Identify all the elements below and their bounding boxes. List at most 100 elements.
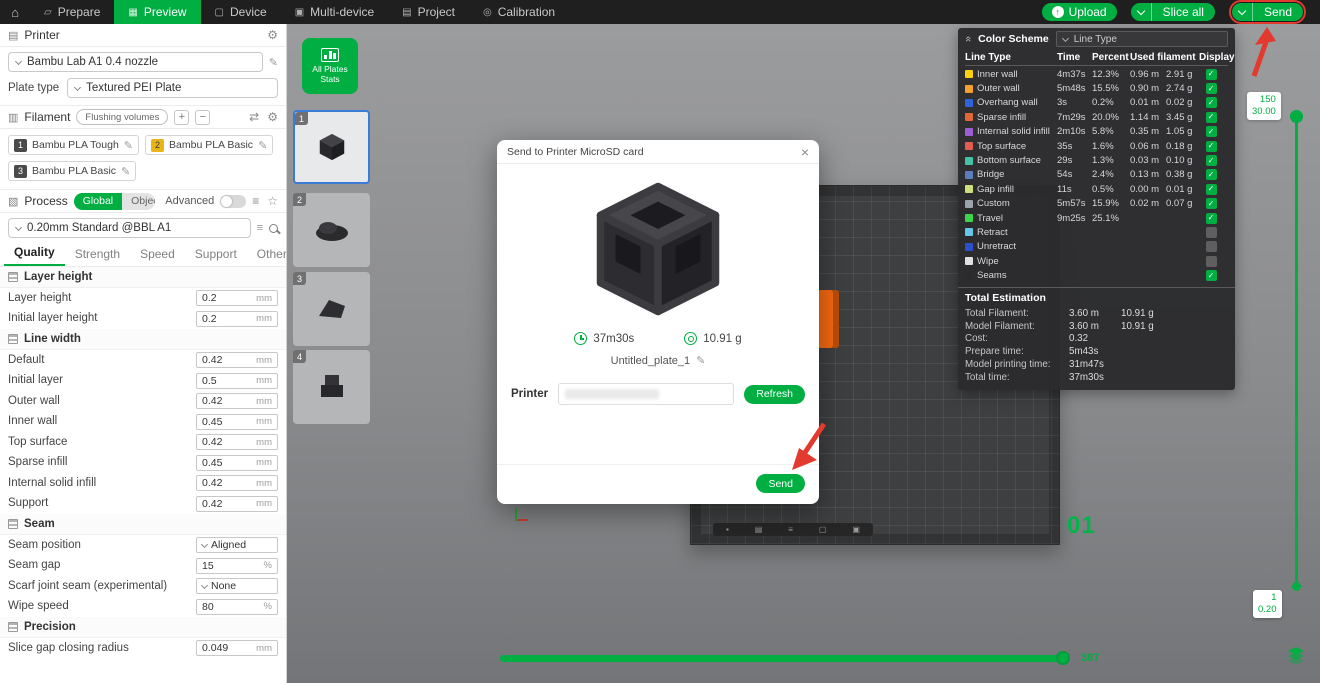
setting-field[interactable]: None xyxy=(196,578,278,594)
plate-thumbnail-1[interactable]: 1 xyxy=(293,110,370,184)
dialog-send-button[interactable]: Send xyxy=(756,474,805,493)
process-tab[interactable]: Quality xyxy=(4,245,65,266)
collapse-panel-icon[interactable]: « xyxy=(962,36,974,42)
printer-preset-select[interactable]: Bambu Lab A1 0.4 nozzle xyxy=(8,52,263,72)
search-preset-icon[interactable] xyxy=(269,224,278,233)
remove-filament-button[interactable]: − xyxy=(195,110,210,125)
view-mode-select[interactable]: Line Type xyxy=(1056,31,1228,47)
topbar-tab[interactable]: ▣ Multi-device xyxy=(281,0,388,24)
plate-toolbar[interactable]: ▪ ▤ ≡ ▢ ▣ xyxy=(713,523,873,536)
send-button[interactable]: Send xyxy=(1232,3,1303,21)
setting-field[interactable]: 0.42 mm xyxy=(196,475,278,491)
refresh-button[interactable]: Refresh xyxy=(744,385,805,404)
topbar-tab[interactable]: ▦ Preview xyxy=(114,0,200,24)
scope-objects[interactable]: Objects xyxy=(122,193,155,210)
setting-field[interactable]: Aligned xyxy=(196,537,278,553)
layer-slider-bottom-handle[interactable] xyxy=(1292,582,1301,591)
setting-field[interactable]: 0.42 mm xyxy=(196,393,278,409)
line-type-name: Internal solid infill xyxy=(977,126,1050,137)
home-button[interactable]: ⌂ xyxy=(0,0,30,24)
display-checkbox[interactable] xyxy=(1206,256,1217,267)
setting-field[interactable]: 0.2 mm xyxy=(196,290,278,306)
slice-all-button[interactable]: Slice all xyxy=(1131,3,1215,21)
layer-slider-handle[interactable] xyxy=(1290,110,1303,123)
slice-dropdown-segment[interactable] xyxy=(1131,3,1152,21)
scope-global[interactable]: Global xyxy=(74,193,122,210)
printer-name-input[interactable] xyxy=(558,383,734,405)
setting-row: Top surface 0.42 mm xyxy=(0,432,286,453)
process-preset-select[interactable]: 0.20mm Standard @BBL A1 xyxy=(8,218,251,238)
setting-field[interactable]: 15 % xyxy=(196,558,278,574)
edit-printer-icon[interactable]: ✎ xyxy=(269,56,278,69)
display-checkbox[interactable] xyxy=(1206,97,1217,108)
total-value-1: 5m43s xyxy=(1069,346,1121,357)
section-header-precision: Precision xyxy=(0,617,286,638)
line-type-swatch xyxy=(965,257,973,265)
process-tab[interactable]: Strength xyxy=(65,247,130,266)
close-icon[interactable]: × xyxy=(801,145,809,159)
printer-settings-gear-icon[interactable]: ⚙ xyxy=(267,28,278,42)
display-checkbox[interactable] xyxy=(1206,112,1217,123)
topbar-tab[interactable]: ◎ Calibration xyxy=(469,0,569,24)
setting-field[interactable]: 0.5 mm xyxy=(196,373,278,389)
move-slider-track[interactable] xyxy=(500,655,1070,662)
display-checkbox[interactable] xyxy=(1206,198,1217,209)
preset-list-icon[interactable]: ≡ xyxy=(257,222,263,234)
all-plates-stats-button[interactable]: All Plates Stats xyxy=(302,38,358,94)
setting-field[interactable]: 0.42 mm xyxy=(196,352,278,368)
filament-slot-1[interactable]: 1 Bambu PLA Tough ✎ xyxy=(8,135,139,155)
add-filament-button[interactable]: + xyxy=(174,110,189,125)
display-checkbox[interactable] xyxy=(1206,184,1217,195)
topbar-tab[interactable]: ▢ Device xyxy=(201,0,281,24)
move-slider-handle[interactable] xyxy=(1056,651,1070,665)
display-checkbox[interactable] xyxy=(1206,213,1217,224)
flushing-volumes-button[interactable]: Flushing volumes xyxy=(76,109,168,125)
plate-thumbnail-3[interactable]: 3 xyxy=(293,272,370,346)
display-checkbox[interactable] xyxy=(1206,126,1217,137)
display-checkbox[interactable] xyxy=(1206,241,1217,252)
setting-field[interactable]: 0.049 mm xyxy=(196,640,278,656)
sync-filament-icon[interactable]: ⇄ xyxy=(249,110,259,124)
advanced-toggle[interactable] xyxy=(220,195,246,208)
plate-type-select[interactable]: Textured PEI Plate xyxy=(67,78,278,98)
display-checkbox[interactable] xyxy=(1206,227,1217,238)
edit-filament-icon[interactable]: ✎ xyxy=(121,165,130,178)
line-type-swatch xyxy=(965,157,973,165)
line-type-name: Unretract xyxy=(977,241,1016,252)
topbar-tab[interactable]: ▤ Project xyxy=(388,0,469,24)
setting-field[interactable]: 0.2 mm xyxy=(196,311,278,327)
table-header-row: Line Type Time Percent Used filament Dis… xyxy=(965,50,1228,66)
upload-button[interactable]: ↑ Upload xyxy=(1042,3,1117,21)
filament-slot-2[interactable]: 2 Bambu PLA Basic ✎ xyxy=(145,135,273,155)
display-checkbox[interactable] xyxy=(1206,169,1217,180)
layers-view-icon[interactable] xyxy=(1287,646,1305,669)
process-tab[interactable]: Speed xyxy=(130,247,185,266)
edit-filament-icon[interactable]: ✎ xyxy=(258,139,267,152)
plate-thumbnail-2[interactable]: 2 xyxy=(293,193,370,267)
display-checkbox[interactable] xyxy=(1206,155,1217,166)
display-checkbox[interactable] xyxy=(1206,69,1217,80)
filament-settings-gear-icon[interactable]: ⚙ xyxy=(267,110,278,124)
display-checkbox[interactable] xyxy=(1206,141,1217,152)
edit-plate-name-icon[interactable]: ✎ xyxy=(696,354,705,367)
send-dropdown-segment[interactable] xyxy=(1232,3,1253,21)
setting-field[interactable]: 0.45 mm xyxy=(196,414,278,430)
topbar-tab[interactable]: ▱ Prepare xyxy=(30,0,114,24)
layer-slider-track[interactable] xyxy=(1295,116,1298,584)
viewport-3d[interactable]: ▪ ▤ ≡ ▢ ▣ 01 All Plates Stats 1 2 3 xyxy=(287,24,1320,683)
setting-field[interactable]: 0.42 mm xyxy=(196,496,278,512)
setting-field[interactable]: 0.45 mm xyxy=(196,455,278,471)
parameter-table-icon[interactable]: ≡ xyxy=(252,194,259,208)
setting-field[interactable]: 0.42 mm xyxy=(196,434,278,450)
process-tab[interactable]: Support xyxy=(185,247,247,266)
process-scope-toggle[interactable]: Global Objects xyxy=(74,193,156,210)
process-tab[interactable]: Others xyxy=(247,247,287,266)
display-checkbox[interactable] xyxy=(1206,83,1217,94)
display-checkbox[interactable] xyxy=(1206,270,1217,281)
filament-slot-3[interactable]: 3 Bambu PLA Basic ✎ xyxy=(8,161,136,181)
plate-thumbnail-4[interactable]: 4 xyxy=(293,350,370,424)
compare-preset-icon[interactable]: ☆ xyxy=(267,194,278,208)
edit-filament-icon[interactable]: ✎ xyxy=(124,139,133,152)
setting-field[interactable]: 80 % xyxy=(196,599,278,615)
plate-thumbnail xyxy=(314,217,350,243)
